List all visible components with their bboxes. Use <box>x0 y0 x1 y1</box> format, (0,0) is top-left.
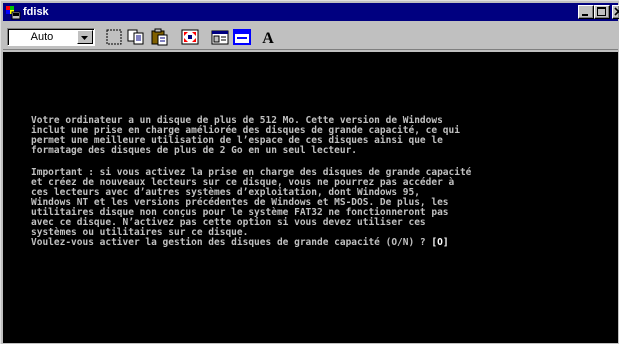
console-line: formatage des disques de plus de 2 Go en… <box>31 145 358 156</box>
full-screen-button[interactable] <box>179 27 201 47</box>
dropdown-button[interactable] <box>77 30 93 44</box>
close-button[interactable] <box>612 5 619 19</box>
background-button[interactable] <box>231 27 253 47</box>
console-prompt-line: Voulez-vous activer la gestion des disqu… <box>31 237 449 248</box>
prompt-text: Voulez-vous activer la gestion des disqu… <box>31 237 432 248</box>
maximize-button[interactable] <box>594 5 610 19</box>
title-bar[interactable]: fdisk <box>3 3 619 21</box>
window-title: fdisk <box>23 6 49 18</box>
font-icon: A <box>262 30 274 47</box>
copy-icon <box>127 29 144 45</box>
font-size-select[interactable]: Auto <box>7 28 95 46</box>
fdisk-window: fdisk Auto A Votre ordinateur a un disqu… <box>0 0 619 344</box>
copy-button[interactable] <box>125 27 147 47</box>
minimize-icon <box>582 14 588 16</box>
mark-button[interactable] <box>103 27 125 47</box>
background-icon <box>233 29 251 45</box>
close-icon <box>614 7 619 16</box>
font-size-value: Auto <box>30 31 54 43</box>
prompt-answer[interactable]: [O] <box>431 237 448 248</box>
properties-icon <box>211 30 229 45</box>
paste-icon <box>151 28 168 46</box>
properties-button[interactable] <box>209 27 231 47</box>
font-button[interactable]: A <box>257 27 279 47</box>
chevron-down-icon <box>81 36 88 40</box>
toolbar: Auto A <box>3 22 618 50</box>
full-screen-icon <box>181 29 199 45</box>
paste-button[interactable] <box>149 27 171 47</box>
minimize-button[interactable] <box>578 5 594 19</box>
ms-dos-icon[interactable] <box>5 4 21 20</box>
mark-icon <box>106 29 122 45</box>
svg-text:A: A <box>262 30 274 47</box>
console-output[interactable]: Votre ordinateur a un disque de plus de … <box>3 52 618 343</box>
maximize-icon <box>597 7 606 16</box>
